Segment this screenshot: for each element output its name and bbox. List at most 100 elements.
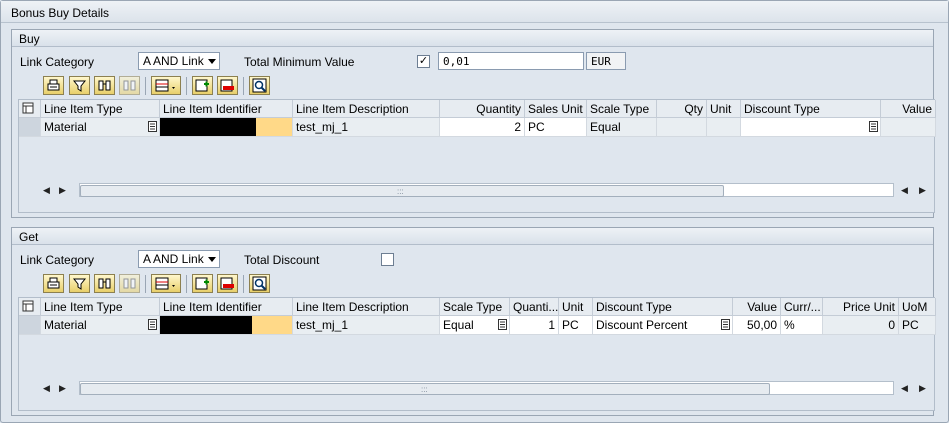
cell-currency[interactable]: %	[781, 316, 823, 335]
scroll-first-icon[interactable]: ◀	[43, 185, 50, 196]
cell-line-item-type[interactable]: Material	[41, 316, 160, 335]
filter-icon[interactable]	[69, 274, 90, 293]
cell-qty	[657, 118, 707, 137]
cell-line-item-type-value: Material	[44, 318, 87, 332]
scroll-track[interactable]: :::	[79, 381, 894, 395]
find-next-icon[interactable]	[119, 274, 140, 293]
col-line-item-description[interactable]: Line Item Description	[293, 100, 440, 118]
insert-row-icon[interactable]	[192, 274, 213, 293]
find-icon[interactable]	[94, 274, 115, 293]
col-line-item-identifier[interactable]: Line Item Identifier	[160, 100, 293, 118]
col-line-item-identifier[interactable]: Line Item Identifier	[160, 298, 293, 316]
toolbar-separator	[145, 77, 146, 95]
col-unit[interactable]: Unit	[707, 100, 741, 118]
find-icon[interactable]	[94, 76, 115, 95]
cell-line-item-identifier[interactable]	[160, 316, 293, 335]
total-min-value-checkbox[interactable]: ✓	[417, 55, 430, 68]
buy-toolbar	[43, 75, 933, 97]
get-link-category-dropdown[interactable]: A AND Link	[138, 250, 220, 268]
get-group: Get Link Category A AND Link Total Disco…	[11, 227, 936, 416]
col-quantity[interactable]: Quanti...	[510, 298, 559, 316]
print-icon[interactable]	[43, 274, 64, 293]
buy-items-grid: Line Item Type Line Item Identifier Line…	[18, 99, 936, 213]
select-all-icon[interactable]	[19, 100, 41, 118]
get-toolbar	[43, 273, 933, 295]
col-price-unit[interactable]: Price Unit	[823, 298, 899, 316]
col-scale-type[interactable]: Scale Type	[440, 298, 510, 316]
cell-value	[881, 118, 936, 137]
col-discount-type[interactable]: Discount Type	[593, 298, 733, 316]
row-selector[interactable]	[19, 118, 41, 137]
col-uom[interactable]: UoM	[899, 298, 936, 316]
currency-field: EUR	[586, 52, 626, 70]
value-help-icon[interactable]	[148, 121, 157, 132]
cell-discount-type[interactable]	[741, 118, 881, 137]
total-discount-checkbox[interactable]	[381, 253, 394, 266]
col-line-item-type[interactable]: Line Item Type	[41, 100, 160, 118]
cell-discount-type[interactable]: Discount Percent	[593, 316, 733, 335]
buy-link-category-dropdown[interactable]: A AND Link	[138, 52, 220, 70]
value-help-icon[interactable]	[498, 319, 507, 330]
get-link-category-label: Link Category	[20, 253, 95, 267]
scroll-right-icon[interactable]: ◀	[901, 383, 908, 394]
insert-row-icon[interactable]	[192, 76, 213, 95]
scroll-thumb[interactable]: :::	[80, 383, 770, 395]
cell-quantity[interactable]: 2	[440, 118, 525, 137]
col-value[interactable]: Value	[881, 100, 936, 118]
redacted-block	[160, 118, 256, 136]
total-min-value-field[interactable]: 0,01	[438, 52, 584, 70]
cell-uom: PC	[899, 316, 936, 335]
buy-group-title: Buy	[12, 30, 933, 47]
col-quantity[interactable]: Quantity	[440, 100, 525, 118]
toolbar-separator	[145, 275, 146, 293]
value-help-icon[interactable]	[721, 319, 730, 330]
value-help-icon[interactable]	[869, 121, 878, 132]
layout-icon[interactable]	[151, 274, 181, 293]
cell-scale-type[interactable]: Equal	[440, 316, 510, 335]
chevron-down-icon	[208, 257, 216, 262]
scroll-right-icon[interactable]: ◀	[901, 185, 908, 196]
details-icon[interactable]	[249, 274, 270, 293]
col-currency[interactable]: Curr/...	[781, 298, 823, 316]
get-link-category-value: A AND Link	[143, 252, 204, 266]
print-icon[interactable]	[43, 76, 64, 95]
cell-line-item-type[interactable]: Material	[41, 118, 160, 137]
bonus-buy-details-frame: Bonus Buy Details Buy Link Category A AN…	[0, 0, 949, 423]
col-value[interactable]: Value	[733, 298, 781, 316]
scroll-last-icon[interactable]: ▶	[919, 185, 926, 196]
find-next-icon[interactable]	[119, 76, 140, 95]
cell-line-item-identifier[interactable]	[160, 118, 293, 137]
col-unit[interactable]: Unit	[559, 298, 593, 316]
scroll-left-icon[interactable]: ▶	[59, 383, 66, 394]
details-icon[interactable]	[249, 76, 270, 95]
col-line-item-type[interactable]: Line Item Type	[41, 298, 160, 316]
scroll-left-icon[interactable]: ▶	[59, 185, 66, 196]
scroll-last-icon[interactable]: ▶	[919, 383, 926, 394]
filter-icon[interactable]	[69, 76, 90, 95]
cell-sales-unit[interactable]: PC	[525, 118, 587, 137]
col-discount-type[interactable]: Discount Type	[741, 100, 881, 118]
col-scale-type[interactable]: Scale Type	[587, 100, 657, 118]
col-qty[interactable]: Qty	[657, 100, 707, 118]
scroll-thumb[interactable]: :::	[80, 185, 724, 197]
total-min-value-label: Total Minimum Value	[244, 55, 355, 69]
cell-unit[interactable]: PC	[559, 316, 593, 335]
cell-quantity[interactable]: 1	[510, 316, 559, 335]
buy-link-category-value: A AND Link	[143, 54, 204, 68]
redacted-block	[160, 316, 252, 334]
col-line-item-description[interactable]: Line Item Description	[293, 298, 440, 316]
scroll-first-icon[interactable]: ◀	[43, 383, 50, 394]
value-help-icon[interactable]	[148, 319, 157, 330]
get-horizontal-scrollbar[interactable]: ◀ ▶ ::: ◀ ▶	[37, 380, 934, 396]
select-all-icon[interactable]	[19, 298, 41, 316]
toolbar-separator	[243, 77, 244, 95]
cell-value[interactable]: 50,00	[733, 316, 781, 335]
delete-row-icon[interactable]	[217, 76, 238, 95]
scroll-track[interactable]: :::	[79, 183, 894, 197]
layout-icon[interactable]	[151, 76, 181, 95]
delete-row-icon[interactable]	[217, 274, 238, 293]
buy-horizontal-scrollbar[interactable]: ◀ ▶ ::: ◀ ▶	[37, 182, 934, 198]
cell-price-unit: 0	[823, 316, 899, 335]
col-sales-unit[interactable]: Sales Unit	[525, 100, 587, 118]
row-selector[interactable]	[19, 316, 41, 335]
